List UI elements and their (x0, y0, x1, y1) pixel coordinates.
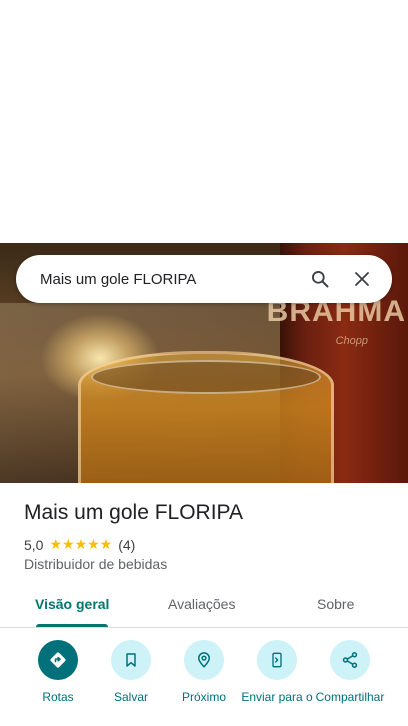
search-icon[interactable] (308, 267, 332, 291)
action-buttons: Rotas Salvar Próximo Enviar para o Compa… (0, 640, 408, 726)
directions-button[interactable]: Rotas (18, 640, 98, 704)
directions-icon (38, 640, 78, 680)
place-tabs: Visão geral Avaliações Sobre (0, 584, 408, 628)
directions-label: Rotas (42, 690, 74, 704)
active-tab-indicator (36, 624, 108, 627)
send-to-phone-icon (257, 640, 297, 680)
rating-row[interactable]: 5,0 ★★★★★ (4) (24, 536, 135, 553)
star-rating-icons: ★★★★★ (49, 536, 113, 552)
share-button[interactable]: Compartilhar (310, 640, 390, 704)
photo-beer-glass (78, 351, 334, 483)
place-title: Mais um gole FLORIPA (24, 501, 244, 524)
send-to-phone-label: Enviar para o (241, 690, 313, 704)
tab-reviews[interactable]: Avaliações (168, 596, 235, 612)
search-bar[interactable]: Mais um gole FLORIPA (16, 255, 392, 303)
rating-value: 5,0 (24, 536, 44, 553)
bookmark-icon (111, 640, 151, 680)
nearby-label: Próximo (181, 690, 226, 704)
nearby-button[interactable]: Próximo (164, 640, 244, 704)
save-label: Salvar (113, 690, 148, 704)
nearby-icon (184, 640, 224, 680)
tab-overview[interactable]: Visão geral (35, 596, 109, 612)
save-button[interactable]: Salvar (91, 640, 171, 704)
tab-about[interactable]: Sobre (317, 596, 354, 612)
share-label: Compartilhar (315, 690, 385, 704)
close-icon[interactable] (350, 267, 374, 291)
can-sub-text: Chopp (335, 335, 368, 347)
place-category[interactable]: Distribuidor de bebidas (24, 556, 167, 572)
search-query[interactable]: Mais um gole FLORIPA (40, 271, 308, 288)
reviews-count: (4) (118, 536, 136, 553)
share-icon (330, 640, 370, 680)
send-to-phone-button[interactable]: Enviar para o (237, 640, 317, 704)
